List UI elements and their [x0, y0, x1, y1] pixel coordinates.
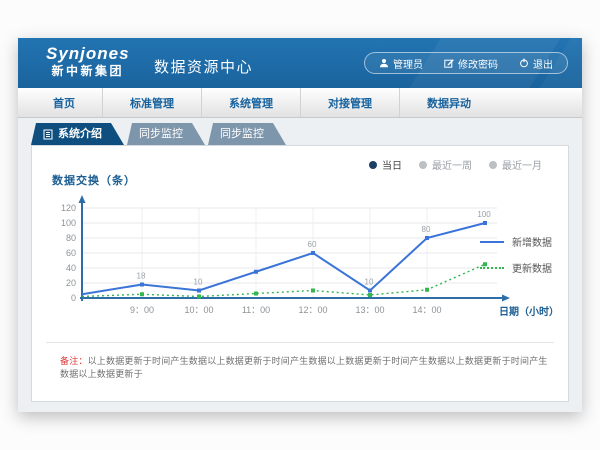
- radio-dot-icon: [489, 161, 497, 169]
- range-option-当日[interactable]: 当日: [369, 157, 402, 172]
- svg-text:100: 100: [61, 218, 76, 228]
- svg-text:9：00: 9：00: [130, 305, 154, 315]
- svg-text:80: 80: [66, 233, 76, 243]
- nav-item-系统管理[interactable]: 系统管理: [202, 88, 301, 117]
- footnote: 备注：以上数据更新于时间产生数据以上数据更新于时间产生数据以上数据更新于时间产生…: [60, 355, 552, 381]
- legend-line-swatch: [480, 267, 504, 269]
- radio-dot-icon: [369, 161, 377, 169]
- range-option-最近一周[interactable]: 最近一周: [419, 157, 472, 172]
- svg-text:80: 80: [422, 225, 431, 234]
- user-action-label: 管理员: [393, 56, 423, 71]
- svg-text:11：00: 11：00: [242, 305, 270, 315]
- chart-panel: 当日最近一周最近一月 数据交换（条） 0204060801001209：0010…: [31, 145, 569, 402]
- panel-divider: [46, 342, 554, 343]
- footnote-text: 以上数据更新于时间产生数据以上数据更新于时间产生数据以上数据更新于时间产生数据以…: [60, 356, 548, 379]
- svg-text:13：00: 13：00: [355, 305, 384, 315]
- range-option-label: 当日: [382, 157, 402, 172]
- footnote-prefix: 备注：: [60, 356, 88, 366]
- page-title: 数据资源中心: [154, 56, 253, 77]
- svg-text:100: 100: [477, 210, 491, 219]
- legend-label: 更新数据: [512, 260, 552, 275]
- range-selector: 当日 最近一周 最近一月: [369, 157, 542, 172]
- svg-text:60: 60: [66, 248, 76, 258]
- svg-text:10: 10: [194, 278, 203, 287]
- svg-text:10: 10: [365, 278, 374, 287]
- user-action-管理员[interactable]: 管理员: [379, 56, 423, 71]
- tab-bar: 系统介绍 同步监控 同步监控: [31, 123, 582, 145]
- tab-label: 同步监控: [220, 123, 264, 145]
- svg-text:10：00: 10：00: [184, 305, 213, 315]
- power-icon: [519, 58, 529, 68]
- legend-item-新增数据: 新增数据: [480, 234, 552, 249]
- nav-item-数据异动[interactable]: 数据异动: [400, 88, 498, 117]
- app-header: Synjones 新中新集团 数据资源中心 管理员 修改密码 退出: [18, 38, 582, 88]
- edit-icon: [444, 58, 454, 68]
- radio-dot-icon: [419, 161, 427, 169]
- legend-line-swatch: [480, 241, 504, 243]
- logo-text: Synjones: [46, 44, 130, 64]
- user-action-label: 修改密码: [458, 56, 498, 71]
- brand-logo: Synjones 新中新集团: [46, 44, 130, 79]
- user-action-退出[interactable]: 退出: [519, 56, 553, 71]
- range-option-label: 最近一月: [502, 157, 542, 172]
- app-window: Synjones 新中新集团 数据资源中心 管理员修改密码退出 首页标准管理系统…: [18, 38, 582, 412]
- tab-系统介绍-0[interactable]: 系统介绍: [31, 123, 124, 145]
- user-toolbar: 管理员 修改密码 退出: [364, 52, 568, 74]
- nav-item-标准管理[interactable]: 标准管理: [103, 88, 202, 117]
- user-action-修改密码[interactable]: 修改密码: [444, 56, 498, 71]
- legend-label: 新增数据: [512, 234, 552, 249]
- range-option-最近一月[interactable]: 最近一月: [489, 157, 542, 172]
- svg-text:0: 0: [71, 293, 76, 303]
- user-icon: [379, 58, 389, 68]
- svg-text:60: 60: [308, 240, 317, 249]
- range-option-label: 最近一周: [432, 157, 472, 172]
- tab-同步监控-1[interactable]: 同步监控: [127, 123, 205, 145]
- svg-text:20: 20: [66, 278, 76, 288]
- main-nav: 首页标准管理系统管理对接管理数据异动: [18, 88, 582, 118]
- svg-text:日期（小时）: 日期（小时）: [499, 305, 559, 318]
- legend-item-更新数据: 更新数据: [480, 260, 552, 275]
- svg-text:40: 40: [66, 263, 76, 273]
- svg-text:18: 18: [137, 272, 146, 281]
- content-area: 系统介绍同步监控同步监控 当日最近一周最近一月 数据交换（条） 02040608…: [18, 118, 582, 412]
- user-action-label: 退出: [533, 56, 553, 71]
- logo-subtext: 新中新集团: [46, 64, 130, 79]
- svg-text:14：00: 14：00: [412, 305, 441, 315]
- series-legend: 新增数据更新数据: [480, 234, 552, 275]
- svg-text:12：00: 12：00: [298, 305, 327, 315]
- svg-text:120: 120: [61, 203, 76, 213]
- tab-label: 同步监控: [139, 123, 183, 145]
- tab-label: 系统介绍: [58, 123, 102, 145]
- nav-item-首页[interactable]: 首页: [26, 88, 103, 117]
- tab-同步监控-2[interactable]: 同步监控: [208, 123, 286, 145]
- document-icon: [43, 129, 53, 140]
- nav-item-对接管理[interactable]: 对接管理: [301, 88, 400, 117]
